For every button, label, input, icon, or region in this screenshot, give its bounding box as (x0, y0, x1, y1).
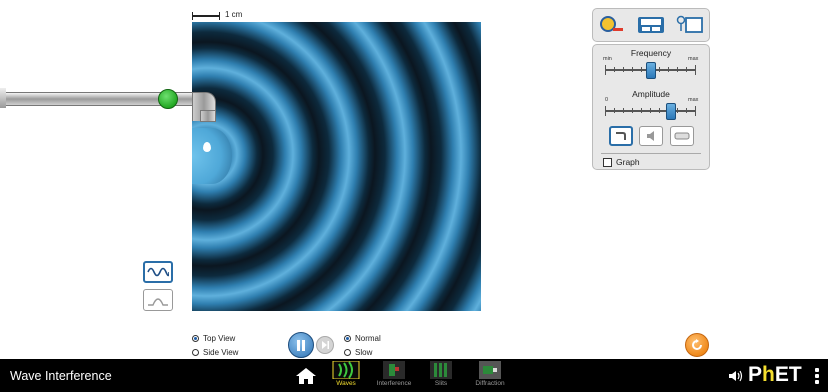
side-view-option[interactable]: Side View (192, 348, 238, 357)
top-view-radio[interactable] (192, 335, 199, 342)
slow-speed-radio[interactable] (344, 349, 351, 356)
normal-speed-option[interactable]: Normal (344, 334, 381, 343)
faucet-spout (200, 110, 216, 122)
scale-label: 1 cm (225, 10, 243, 19)
slider-tick (695, 106, 696, 116)
screen-tab-slits[interactable]: Slits (418, 361, 464, 391)
slider-tick (677, 108, 678, 113)
light-laser-icon (674, 132, 690, 140)
faucet-button[interactable] (158, 89, 178, 109)
interference-screen-icon (383, 361, 405, 379)
slider-tick (650, 108, 651, 113)
sound-scene-button[interactable] (639, 126, 663, 146)
normal-speed-radio[interactable] (344, 335, 351, 342)
scale-bar (192, 12, 220, 20)
measuring-tape-tool[interactable] (598, 13, 626, 37)
screen-tab-label: Slits (434, 380, 448, 387)
slider-tick (641, 67, 642, 72)
panel-separator (601, 153, 701, 154)
amplitude-thumb[interactable] (665, 103, 676, 120)
slow-speed-option[interactable]: Slow (344, 348, 372, 357)
pause-icon (297, 339, 305, 351)
measuring-tape-icon (600, 16, 624, 32)
frequency-slider[interactable] (605, 62, 696, 79)
slow-speed-label: Slow (355, 348, 373, 357)
slider-tick (632, 67, 633, 72)
reset-all-button[interactable] (685, 333, 709, 357)
slider-tick (605, 106, 606, 116)
step-forward-icon (321, 341, 329, 349)
graph-checkbox[interactable] (603, 157, 612, 167)
menu-icon[interactable] (815, 368, 819, 384)
water-drop (203, 142, 211, 152)
water-faucet-icon (616, 132, 626, 140)
slider-tick (668, 67, 669, 72)
slider-tick (632, 108, 633, 113)
sound-speaker-icon (647, 131, 654, 141)
screen-tab-label: Diffraction (475, 380, 505, 387)
slider-tick (623, 108, 624, 113)
screen-tab-waves[interactable]: Waves (323, 361, 369, 391)
control-panel: Frequency min max Amplitude 0 max Graph (592, 44, 710, 170)
screen-tab-interference[interactable]: Interference (371, 361, 417, 391)
wave-source-core (192, 128, 232, 184)
wave-detector-icon (676, 15, 703, 33)
amplitude-min-label: 0 (605, 97, 609, 103)
home-button[interactable] (295, 367, 319, 387)
stopwatch-icon (637, 17, 664, 33)
stopwatch-tool[interactable] (637, 13, 665, 37)
continuous-wave-button[interactable] (143, 261, 173, 283)
continuous-wave-icon (147, 267, 169, 277)
frequency-max-label: max (688, 56, 699, 62)
water-scene-button[interactable] (609, 126, 633, 146)
pause-button[interactable] (288, 332, 314, 358)
slider-tick (641, 108, 642, 113)
slider-tick (659, 67, 660, 72)
waves-screen-icon (332, 361, 360, 379)
slider-tick (614, 67, 615, 72)
graph-label: Graph (616, 157, 640, 167)
phet-logo-button[interactable]: PhET (748, 363, 802, 387)
slits-screen-icon (430, 361, 452, 379)
speaker-icon (729, 370, 743, 382)
step-forward-button[interactable] (316, 336, 334, 354)
toolbox (592, 8, 710, 42)
slider-tick (605, 65, 606, 75)
sound-toggle-button[interactable] (728, 370, 744, 385)
slider-tick (686, 108, 687, 113)
light-scene-button[interactable] (670, 126, 694, 146)
reset-icon (692, 339, 702, 350)
top-view-label: Top View (203, 334, 236, 343)
slider-tick (686, 67, 687, 72)
screen-tab-diffraction[interactable]: Diffraction (467, 361, 513, 391)
pulse-wave-button[interactable] (143, 289, 173, 311)
side-view-radio[interactable] (192, 349, 199, 356)
side-view-label: Side View (203, 348, 239, 357)
pipe-cap (0, 88, 6, 108)
top-view-option[interactable]: Top View (192, 334, 235, 343)
slider-tick (695, 65, 696, 75)
wave-detector-tool[interactable] (676, 13, 704, 37)
slider-tick (614, 108, 615, 113)
amplitude-slider[interactable] (605, 103, 696, 120)
screen-tab-label: Interference (376, 380, 412, 387)
diffraction-screen-icon (479, 361, 501, 379)
slider-tick (623, 67, 624, 72)
amplitude-max-label: max (688, 97, 699, 103)
frequency-thumb[interactable] (646, 62, 656, 79)
sim-stage: 1 cm Frequency min max Amplitude 0 max G… (0, 0, 828, 359)
app-title: Wave Interference (10, 369, 112, 383)
slider-tick (677, 67, 678, 72)
pulse-wave-icon (148, 298, 168, 306)
normal-speed-label: Normal (355, 334, 381, 343)
home-icon (296, 368, 316, 384)
slider-tick (659, 108, 660, 113)
screen-tab-label: Waves (336, 380, 356, 387)
wave-area[interactable] (192, 22, 481, 311)
frequency-min-label: min (603, 56, 612, 62)
graph-checkbox-row[interactable]: Graph (603, 157, 640, 167)
navigation-bar: Wave Interference Waves Interference Sli… (0, 359, 828, 392)
